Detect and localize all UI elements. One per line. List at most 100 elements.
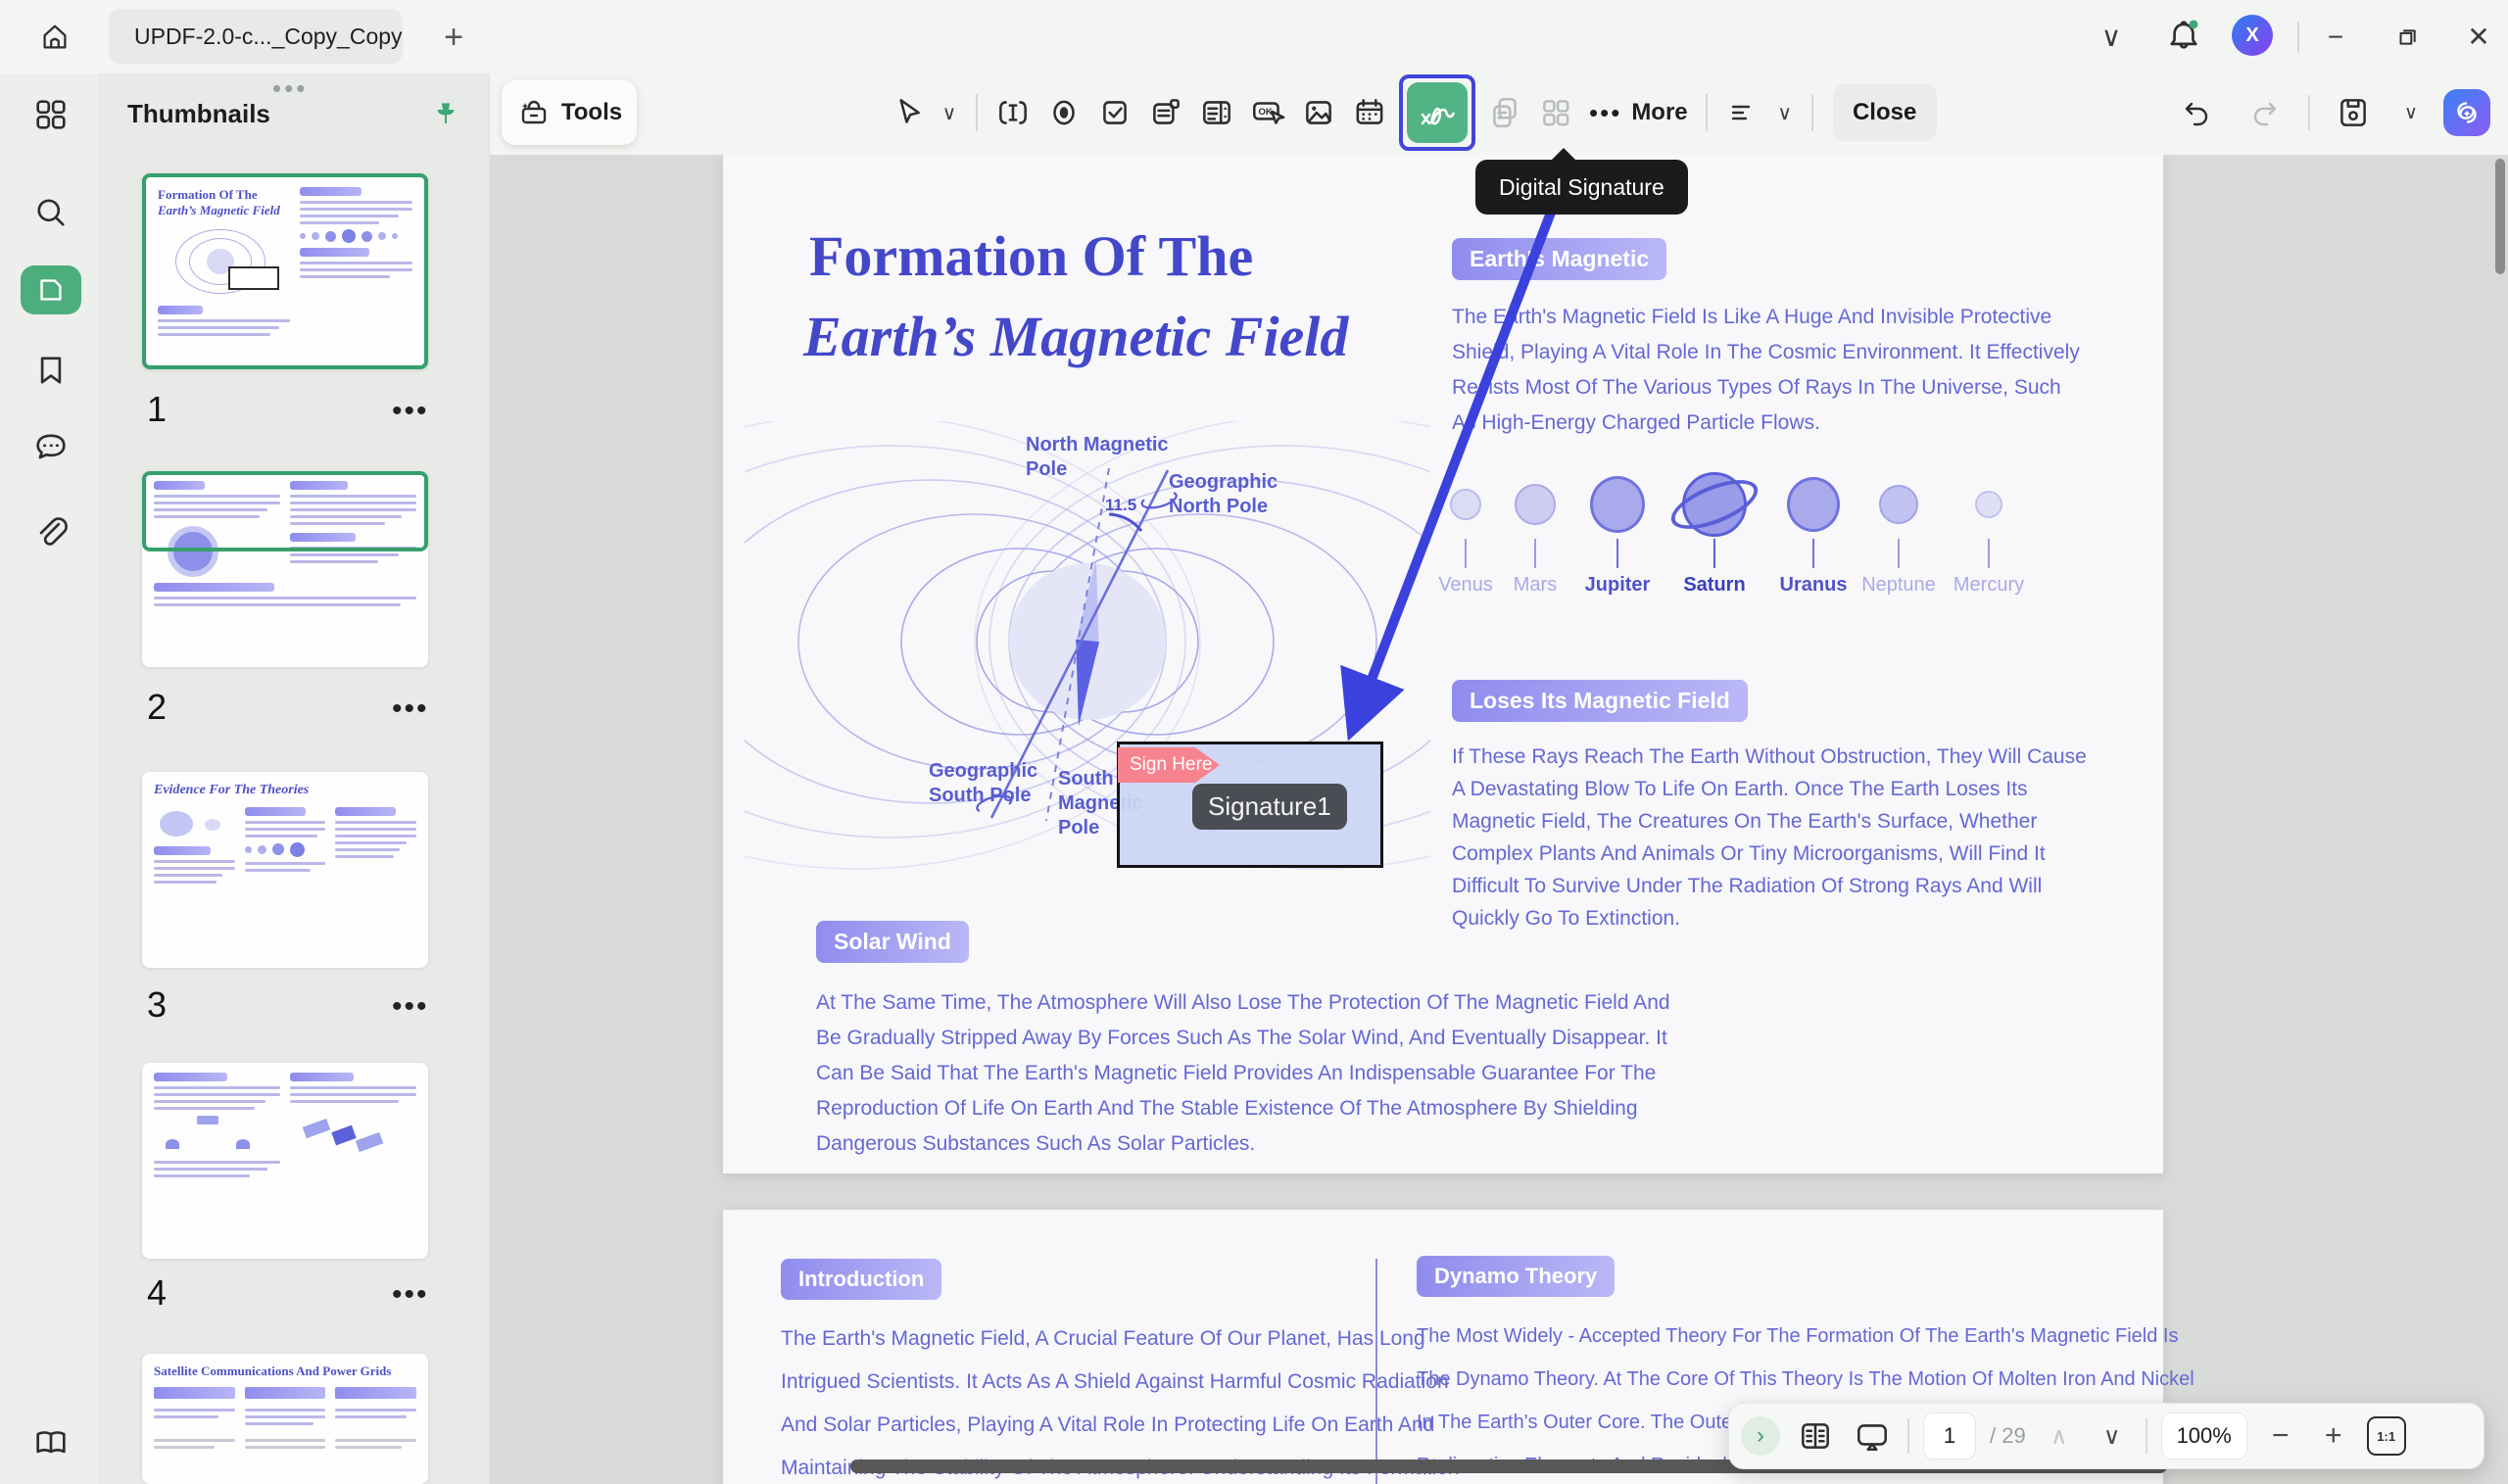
- alignment-button[interactable]: [1717, 87, 1768, 138]
- list-box-tool-button[interactable]: [1191, 87, 1242, 138]
- select-tool-button[interactable]: [882, 87, 933, 138]
- ai-icon: [2450, 96, 2484, 129]
- presentation-mode-button[interactable]: [1851, 1414, 1894, 1458]
- comment-icon: [31, 428, 71, 467]
- chevron-down-icon: ∨: [1777, 101, 1792, 125]
- thumbnail-number: 1: [147, 389, 167, 430]
- section-heading-solar-wind: Solar Wind: [816, 921, 969, 963]
- solar-wind-paragraph: At The Same Time, The Atmosphere Will Al…: [816, 985, 1678, 1162]
- digital-signature-tool-selected[interactable]: [1399, 74, 1475, 151]
- checkbox-tool-button[interactable]: [1089, 87, 1140, 138]
- more-button[interactable]: ••• More: [1589, 98, 1688, 128]
- book-spread-icon: [1797, 1417, 1834, 1455]
- page-layout-button[interactable]: [1794, 1414, 1837, 1458]
- thumbnail-menu-button[interactable]: •••: [392, 693, 429, 726]
- rail-search-button[interactable]: [31, 193, 71, 232]
- undo-icon: [2179, 95, 2214, 130]
- thumbnail-page-2[interactable]: [142, 471, 428, 667]
- chevron-down-icon: ∨: [2101, 24, 2122, 51]
- rail-reader-mode-button[interactable]: [31, 1423, 71, 1462]
- mini-title: Evidence For The Theories: [154, 782, 416, 799]
- alignment-dropdown[interactable]: ∨: [1768, 87, 1802, 138]
- thumbnail-page-4[interactable]: [142, 1063, 428, 1259]
- close-window-button[interactable]: ✕: [2457, 18, 2500, 57]
- notifications-button[interactable]: [2160, 12, 2207, 59]
- document-canvas[interactable]: Formation Of The Earth’s Magnetic Field: [490, 155, 2508, 1484]
- alignment-icon: [1725, 95, 1760, 130]
- undo-button[interactable]: [2171, 87, 2222, 138]
- save-button[interactable]: [2328, 87, 2379, 138]
- zoom-out-button[interactable]: −: [2261, 1416, 2300, 1456]
- rail-bookmarks-button[interactable]: [31, 351, 71, 390]
- minimize-button[interactable]: −: [2314, 18, 2357, 57]
- planet-mars: Mars: [1491, 470, 1579, 597]
- image-field-tool-button[interactable]: [1293, 87, 1344, 138]
- actual-size-button[interactable]: 1:1: [2367, 1416, 2406, 1456]
- grid-icon: [31, 95, 71, 134]
- account-button[interactable]: X: [2232, 15, 2273, 56]
- sign-here-flag: Sign Here: [1118, 747, 1220, 783]
- rail-home-grid-button[interactable]: [31, 95, 71, 134]
- pin-icon[interactable]: [431, 100, 460, 129]
- thumbnail-menu-button[interactable]: •••: [392, 395, 429, 428]
- save-icon: [2335, 94, 2372, 131]
- ai-assistant-button[interactable]: [2443, 89, 2490, 136]
- home-button[interactable]: [35, 18, 74, 57]
- intro-line: The Earth's Magnetic Field, A Crucial Fe…: [781, 1317, 1460, 1361]
- left-rail: [0, 73, 98, 1484]
- rail-comments-button[interactable]: [31, 428, 71, 467]
- restore-button[interactable]: [2387, 18, 2430, 57]
- checkbox-icon: [1096, 94, 1133, 131]
- planet-label: Jupiter: [1573, 574, 1662, 597]
- push-button-tool-button[interactable]: OK: [1242, 87, 1293, 138]
- thumbnail-menu-button[interactable]: •••: [392, 1278, 429, 1312]
- bottom-toolbar: › 1 / 29 ∧ ∨ 100% − + 1:1: [1728, 1403, 2484, 1469]
- zoom-level-input[interactable]: 100%: [2161, 1412, 2247, 1460]
- signature-field[interactable]: Sign Here Signature1: [1117, 742, 1383, 868]
- mini-title: Satellite Communications And Power Grids: [154, 1364, 416, 1379]
- more-label: More: [1631, 99, 1687, 126]
- vertical-scrollbar-thumb[interactable]: [2495, 159, 2505, 274]
- tools-button[interactable]: Tools: [502, 80, 637, 145]
- form-field-tool-button[interactable]: [1140, 87, 1191, 138]
- digital-signature-button[interactable]: [1407, 82, 1468, 143]
- thumbnail-page-5[interactable]: Satellite Communications And Power Grids: [142, 1354, 428, 1484]
- radio-button-icon: [1045, 94, 1083, 131]
- grid-icon: [1537, 94, 1574, 131]
- select-tool-dropdown[interactable]: ∨: [933, 87, 966, 138]
- radio-button-tool-button[interactable]: [1038, 87, 1089, 138]
- planet-label: Uranus: [1769, 574, 1857, 597]
- rail-attachments-button[interactable]: [31, 512, 71, 551]
- next-page-button[interactable]: ∨: [2093, 1416, 2132, 1456]
- new-tab-button[interactable]: +: [434, 18, 473, 57]
- section-heading-dynamo: Dynamo Theory: [1417, 1256, 1615, 1297]
- thumbnail-page-3[interactable]: Evidence For The Theories: [142, 772, 428, 968]
- close-form-mode-button[interactable]: Close: [1833, 84, 1937, 141]
- save-dropdown[interactable]: ∨: [2396, 87, 2426, 138]
- planet-label: Mercury: [1945, 574, 2033, 597]
- document-tab[interactable]: UPDF-2.0-c..._Copy_Copy: [109, 9, 403, 64]
- bookmark-icon: [31, 351, 71, 390]
- thumbnail-menu-button[interactable]: •••: [392, 990, 429, 1024]
- date-field-tool-button[interactable]: [1344, 87, 1395, 138]
- titlebar-dropdown[interactable]: ∨: [2092, 18, 2131, 57]
- page-number-input[interactable]: 1: [1923, 1412, 1976, 1460]
- thumbnail-page-1[interactable]: Formation Of The Earth’s Magnetic Field: [142, 173, 428, 369]
- panel-title: Thumbnails: [127, 99, 270, 129]
- planets-size-comparison: Venus Mars Jupiter Saturn: [1440, 470, 2087, 646]
- page-icon: [34, 273, 68, 307]
- zoom-in-button[interactable]: +: [2314, 1416, 2353, 1456]
- more-dots-icon: •••: [1589, 98, 1621, 128]
- thumbnail-number: 4: [147, 1272, 167, 1314]
- planet-label: Saturn: [1670, 574, 1759, 597]
- text-field-tool-button[interactable]: [988, 87, 1038, 138]
- mini-title: Formation Of The: [158, 187, 290, 203]
- duplicate-field-button-disabled: [1479, 87, 1530, 138]
- signature-icon: [1415, 90, 1460, 135]
- intro-line: And Solar Particles, Playing A Vital Rol…: [781, 1404, 1460, 1447]
- rail-thumbnails-button-active[interactable]: [21, 265, 81, 314]
- redo-icon: [2247, 95, 2283, 130]
- toolbar-right-cluster: ∨: [2171, 81, 2490, 144]
- collapse-bar-button[interactable]: ›: [1741, 1416, 1780, 1456]
- titlebar: UPDF-2.0-c..._Copy_Copy + ∨ X − ✕: [0, 0, 2508, 73]
